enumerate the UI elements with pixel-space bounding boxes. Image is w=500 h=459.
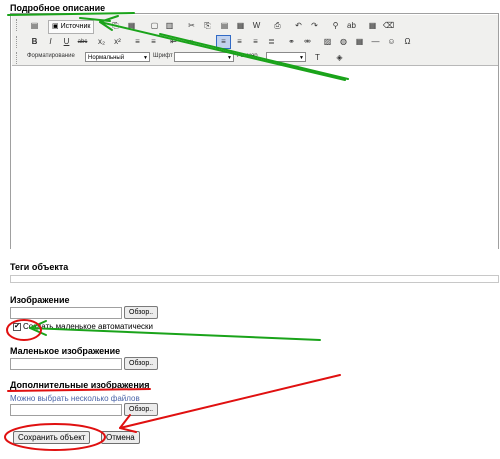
green-underline (7, 12, 135, 16)
annotation-overlay (4, 12, 349, 451)
red-circle-save (4, 423, 106, 451)
